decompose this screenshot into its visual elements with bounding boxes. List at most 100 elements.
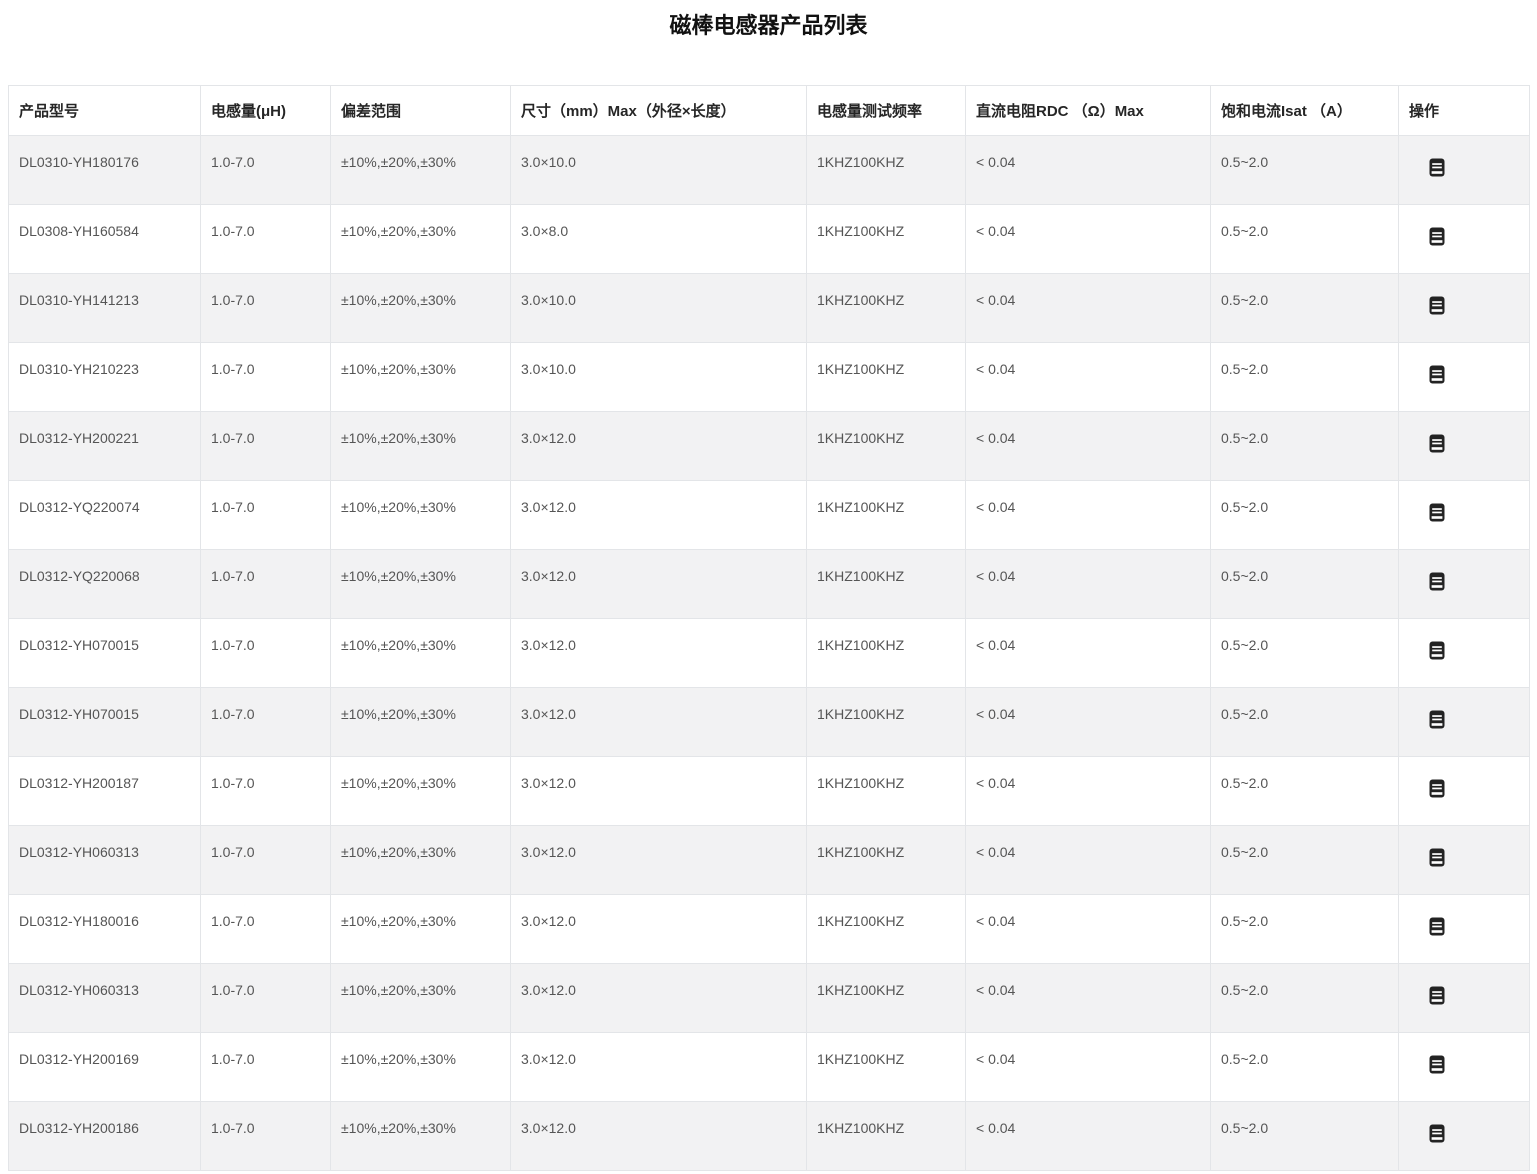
cell-model: DL0312-YH200221 bbox=[9, 412, 201, 481]
cell-operation bbox=[1399, 136, 1530, 205]
view-detail-button[interactable] bbox=[1429, 710, 1445, 729]
cell-rdc: < 0.04 bbox=[966, 550, 1211, 619]
cell-tolerance: ±10%,±20%,±30% bbox=[331, 412, 511, 481]
cell-inductance: 1.0-7.0 bbox=[201, 1033, 331, 1102]
book-icon bbox=[1429, 296, 1445, 315]
cell-tolerance: ±10%,±20%,±30% bbox=[331, 1102, 511, 1171]
cell-model: DL0310-YH180176 bbox=[9, 136, 201, 205]
cell-rdc: < 0.04 bbox=[966, 688, 1211, 757]
book-icon bbox=[1429, 572, 1445, 591]
cell-operation bbox=[1399, 826, 1530, 895]
table-row: DL0312-YH200187 1.0-7.0 ±10%,±20%,±30% 3… bbox=[9, 757, 1530, 826]
table-header: 产品型号 电感量(μH) 偏差范围 尺寸（mm）Max（外径×长度） 电感量测试… bbox=[9, 86, 1530, 136]
book-icon bbox=[1429, 158, 1445, 177]
cell-size: 3.0×12.0 bbox=[511, 826, 807, 895]
cell-tolerance: ±10%,±20%,±30% bbox=[331, 550, 511, 619]
product-table: 产品型号 电感量(μH) 偏差范围 尺寸（mm）Max（外径×长度） 电感量测试… bbox=[8, 85, 1530, 1171]
view-detail-button[interactable] bbox=[1429, 779, 1445, 798]
view-detail-button[interactable] bbox=[1429, 365, 1445, 384]
cell-rdc: < 0.04 bbox=[966, 136, 1211, 205]
cell-size: 3.0×12.0 bbox=[511, 619, 807, 688]
cell-rdc: < 0.04 bbox=[966, 343, 1211, 412]
book-icon bbox=[1429, 227, 1445, 246]
view-detail-button[interactable] bbox=[1429, 1124, 1445, 1143]
cell-isat: 0.5~2.0 bbox=[1211, 688, 1399, 757]
cell-size: 3.0×8.0 bbox=[511, 205, 807, 274]
table-body: DL0310-YH180176 1.0-7.0 ±10%,±20%,±30% 3… bbox=[9, 136, 1530, 1171]
column-header-rdc: 直流电阻RDC （Ω）Max bbox=[966, 86, 1211, 136]
table-row: DL0310-YH141213 1.0-7.0 ±10%,±20%,±30% 3… bbox=[9, 274, 1530, 343]
column-header-model: 产品型号 bbox=[9, 86, 201, 136]
cell-tolerance: ±10%,±20%,±30% bbox=[331, 136, 511, 205]
table-row: DL0312-YQ220068 1.0-7.0 ±10%,±20%,±30% 3… bbox=[9, 550, 1530, 619]
table-row: DL0308-YH160584 1.0-7.0 ±10%,±20%,±30% 3… bbox=[9, 205, 1530, 274]
table-row: DL0312-YH070015 1.0-7.0 ±10%,±20%,±30% 3… bbox=[9, 688, 1530, 757]
cell-tolerance: ±10%,±20%,±30% bbox=[331, 1033, 511, 1102]
cell-inductance: 1.0-7.0 bbox=[201, 481, 331, 550]
cell-model: DL0310-YH141213 bbox=[9, 274, 201, 343]
column-header-inductance: 电感量(μH) bbox=[201, 86, 331, 136]
cell-test-frequency: 1KHZ100KHZ bbox=[807, 1102, 966, 1171]
cell-test-frequency: 1KHZ100KHZ bbox=[807, 412, 966, 481]
cell-model: DL0312-YQ220068 bbox=[9, 550, 201, 619]
header-row: 产品型号 电感量(μH) 偏差范围 尺寸（mm）Max（外径×长度） 电感量测试… bbox=[9, 86, 1530, 136]
cell-model: DL0312-YH180016 bbox=[9, 895, 201, 964]
cell-isat: 0.5~2.0 bbox=[1211, 136, 1399, 205]
cell-tolerance: ±10%,±20%,±30% bbox=[331, 688, 511, 757]
cell-tolerance: ±10%,±20%,±30% bbox=[331, 205, 511, 274]
cell-model: DL0312-YH070015 bbox=[9, 619, 201, 688]
cell-size: 3.0×12.0 bbox=[511, 412, 807, 481]
cell-test-frequency: 1KHZ100KHZ bbox=[807, 481, 966, 550]
column-header-test-frequency: 电感量测试频率 bbox=[807, 86, 966, 136]
table-row: DL0312-YH200186 1.0-7.0 ±10%,±20%,±30% 3… bbox=[9, 1102, 1530, 1171]
cell-model: DL0312-YH200186 bbox=[9, 1102, 201, 1171]
view-detail-button[interactable] bbox=[1429, 917, 1445, 936]
view-detail-button[interactable] bbox=[1429, 641, 1445, 660]
cell-operation bbox=[1399, 205, 1530, 274]
view-detail-button[interactable] bbox=[1429, 986, 1445, 1005]
cell-size: 3.0×10.0 bbox=[511, 343, 807, 412]
cell-operation bbox=[1399, 550, 1530, 619]
cell-model: DL0312-YH200187 bbox=[9, 757, 201, 826]
cell-test-frequency: 1KHZ100KHZ bbox=[807, 688, 966, 757]
cell-operation bbox=[1399, 412, 1530, 481]
table-row: DL0312-YH060313 1.0-7.0 ±10%,±20%,±30% 3… bbox=[9, 964, 1530, 1033]
cell-size: 3.0×12.0 bbox=[511, 550, 807, 619]
cell-inductance: 1.0-7.0 bbox=[201, 688, 331, 757]
cell-test-frequency: 1KHZ100KHZ bbox=[807, 757, 966, 826]
book-icon bbox=[1429, 503, 1445, 522]
view-detail-button[interactable] bbox=[1429, 158, 1445, 177]
cell-operation bbox=[1399, 757, 1530, 826]
cell-tolerance: ±10%,±20%,±30% bbox=[331, 757, 511, 826]
cell-rdc: < 0.04 bbox=[966, 895, 1211, 964]
cell-inductance: 1.0-7.0 bbox=[201, 274, 331, 343]
cell-test-frequency: 1KHZ100KHZ bbox=[807, 274, 966, 343]
view-detail-button[interactable] bbox=[1429, 503, 1445, 522]
cell-model: DL0312-YQ220074 bbox=[9, 481, 201, 550]
cell-operation bbox=[1399, 481, 1530, 550]
cell-inductance: 1.0-7.0 bbox=[201, 895, 331, 964]
book-icon bbox=[1429, 434, 1445, 453]
cell-isat: 0.5~2.0 bbox=[1211, 412, 1399, 481]
cell-inductance: 1.0-7.0 bbox=[201, 136, 331, 205]
page-title: 磁棒电感器产品列表 bbox=[0, 10, 1537, 42]
cell-test-frequency: 1KHZ100KHZ bbox=[807, 343, 966, 412]
cell-tolerance: ±10%,±20%,±30% bbox=[331, 481, 511, 550]
view-detail-button[interactable] bbox=[1429, 1055, 1445, 1074]
view-detail-button[interactable] bbox=[1429, 572, 1445, 591]
book-icon bbox=[1429, 365, 1445, 384]
cell-size: 3.0×12.0 bbox=[511, 1102, 807, 1171]
cell-operation bbox=[1399, 1102, 1530, 1171]
cell-rdc: < 0.04 bbox=[966, 274, 1211, 343]
book-icon bbox=[1429, 1055, 1445, 1074]
cell-rdc: < 0.04 bbox=[966, 1033, 1211, 1102]
view-detail-button[interactable] bbox=[1429, 848, 1445, 867]
view-detail-button[interactable] bbox=[1429, 227, 1445, 246]
view-detail-button[interactable] bbox=[1429, 434, 1445, 453]
cell-inductance: 1.0-7.0 bbox=[201, 757, 331, 826]
cell-isat: 0.5~2.0 bbox=[1211, 550, 1399, 619]
view-detail-button[interactable] bbox=[1429, 296, 1445, 315]
book-icon bbox=[1429, 917, 1445, 936]
cell-rdc: < 0.04 bbox=[966, 1102, 1211, 1171]
column-header-isat: 饱和电流Isat （A） bbox=[1211, 86, 1399, 136]
